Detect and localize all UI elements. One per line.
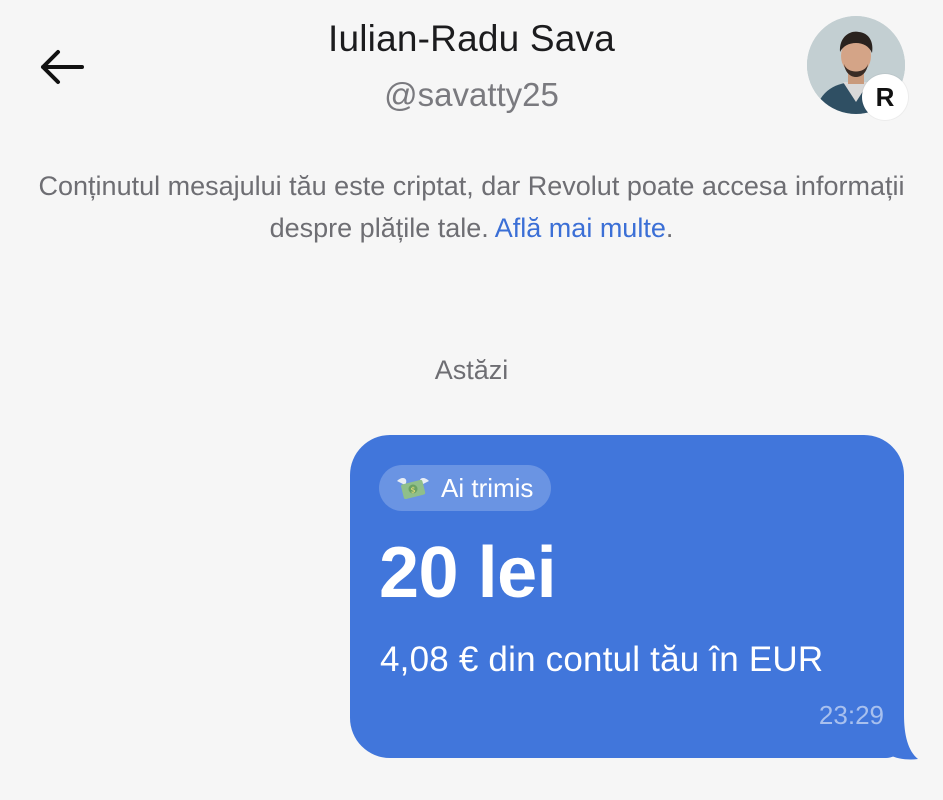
encryption-notice: Conținutul mesajului tău este criptat, d… <box>20 165 923 249</box>
svg-text:$: $ <box>410 486 415 495</box>
payment-detail: 4,08 € din contul tău în EUR <box>380 640 824 679</box>
learn-more-link[interactable]: Află mai multe <box>495 213 666 243</box>
contact-handle: @savatty25 <box>384 76 559 113</box>
notice-suffix: . <box>665 213 674 243</box>
revolut-badge: R <box>862 74 908 120</box>
payment-amount: 20 lei <box>379 533 557 613</box>
chat-screen: Iulian-Radu Sava @savatty25 R Conținutul… <box>0 0 943 800</box>
date-separator: Astăzi <box>434 355 509 385</box>
chip-label: Ai trimis <box>441 472 534 503</box>
notice-text: Conținutul mesajului tău este criptat, d… <box>38 171 905 243</box>
message-time: 23:29 <box>818 700 884 730</box>
contact-name: Iulian-Radu Sava <box>327 18 616 59</box>
money-with-wings-icon: $ <box>395 473 431 503</box>
bubble-tail <box>880 715 918 760</box>
sent-chip: $ Ai trimis <box>379 465 552 511</box>
